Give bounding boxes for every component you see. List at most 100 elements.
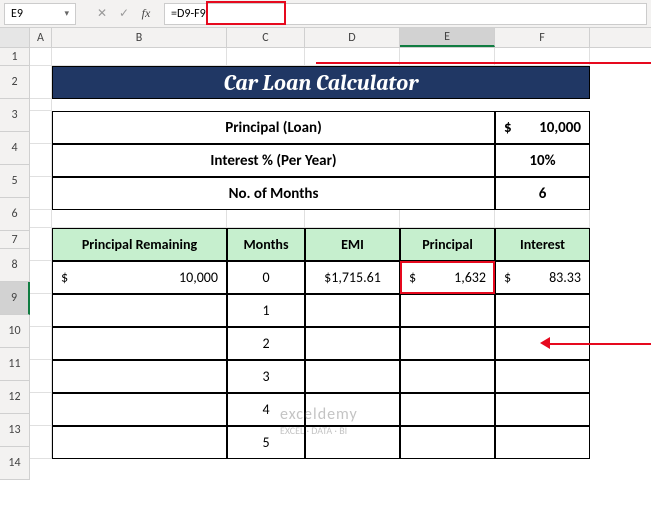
row-header-12[interactable]: 12 [0, 381, 30, 414]
months-label[interactable]: No. of Months [52, 177, 495, 210]
grid[interactable]: Car Loan Calculator Principal (Loan) $ 1… [30, 48, 590, 480]
row-header-14[interactable]: 14 [0, 447, 30, 480]
row-header-10[interactable]: 10 [0, 315, 30, 348]
column-headers: A B C D E F [0, 28, 651, 48]
cell[interactable] [495, 393, 590, 426]
emi-cell[interactable]: $1,715.61 [305, 261, 400, 294]
principal-remaining-value: 10,000 [179, 269, 218, 286]
cell[interactable] [52, 210, 227, 228]
months-value[interactable]: 6 [495, 177, 590, 210]
cell[interactable] [30, 111, 52, 144]
cell[interactable] [227, 48, 305, 66]
row-header-9[interactable]: 9 [0, 282, 30, 315]
principal-remaining-cell[interactable]: $ 10,000 [52, 261, 227, 294]
principal-label[interactable]: Principal (Loan) [52, 111, 495, 144]
cell[interactable] [495, 426, 590, 459]
col-header-d[interactable]: D [305, 28, 400, 47]
months-cell[interactable]: 2 [227, 327, 305, 360]
interest-label[interactable]: Interest % (Per Year) [52, 144, 495, 177]
enter-icon[interactable]: ✓ [114, 4, 134, 24]
months-cell[interactable]: 1 [227, 294, 305, 327]
col-header-a[interactable]: A [30, 28, 52, 47]
row-header-8[interactable]: 8 [0, 249, 30, 282]
row-header-7[interactable]: 7 [0, 231, 30, 249]
principal-cell[interactable]: $ 1,632 [400, 261, 495, 294]
cell[interactable] [305, 210, 400, 228]
cell[interactable] [305, 360, 400, 393]
cell[interactable] [305, 393, 400, 426]
cell[interactable] [495, 210, 590, 228]
annotation-arrow [548, 343, 651, 345]
currency-symbol: $ [61, 269, 68, 286]
cell[interactable] [30, 210, 52, 228]
row-header-2[interactable]: 2 [0, 66, 30, 99]
cell[interactable] [30, 360, 52, 393]
row-header-11[interactable]: 11 [0, 348, 30, 381]
formula-text: =D9-F9 [171, 7, 206, 21]
cancel-icon[interactable]: ✕ [92, 4, 112, 24]
cell[interactable] [30, 327, 52, 360]
cell[interactable] [305, 327, 400, 360]
cell[interactable] [30, 261, 52, 294]
cell[interactable] [30, 48, 52, 66]
header-interest[interactable]: Interest [495, 228, 590, 261]
cell[interactable] [227, 210, 305, 228]
cell[interactable] [30, 426, 52, 459]
name-box[interactable]: E9 ▾ [4, 3, 76, 25]
cell[interactable] [400, 360, 495, 393]
months-cell[interactable]: 0 [227, 261, 305, 294]
header-months[interactable]: Months [227, 228, 305, 261]
months-cell[interactable]: 5 [227, 426, 305, 459]
cell[interactable] [30, 66, 52, 99]
cell[interactable] [52, 360, 227, 393]
cell[interactable] [30, 177, 52, 210]
header-principal[interactable]: Principal [400, 228, 495, 261]
cell[interactable] [400, 210, 495, 228]
cell[interactable] [400, 294, 495, 327]
fx-icon[interactable]: fx [136, 4, 156, 24]
cell[interactable] [30, 294, 52, 327]
principal-value[interactable]: $ 10,000 [495, 111, 590, 144]
formula-input[interactable]: =D9-F9 [164, 3, 647, 25]
cell[interactable] [52, 294, 227, 327]
cell[interactable] [30, 393, 52, 426]
cell[interactable] [305, 294, 400, 327]
cell[interactable] [400, 327, 495, 360]
cell[interactable] [30, 228, 52, 261]
principal-amount: 10,000 [539, 119, 581, 137]
row-headers: 1 2 3 4 5 6 7 8 9 10 11 12 13 14 [0, 48, 30, 480]
cell[interactable] [52, 99, 590, 111]
cell-reference: E9 [11, 7, 23, 21]
cell[interactable] [495, 360, 590, 393]
cell[interactable] [52, 393, 227, 426]
cell[interactable] [52, 327, 227, 360]
cell[interactable] [305, 426, 400, 459]
col-header-c[interactable]: C [227, 28, 305, 47]
col-header-f[interactable]: F [495, 28, 590, 47]
header-emi[interactable]: EMI [305, 228, 400, 261]
cell[interactable] [400, 393, 495, 426]
months-cell[interactable]: 3 [227, 360, 305, 393]
col-header-b[interactable]: B [52, 28, 227, 47]
select-all-corner[interactable] [0, 28, 30, 47]
row-header-4[interactable]: 4 [0, 132, 30, 165]
interest-value[interactable]: 10% [495, 144, 590, 177]
row-header-1[interactable]: 1 [0, 48, 30, 66]
months-cell[interactable]: 4 [227, 393, 305, 426]
name-box-dropdown-icon[interactable]: ▾ [64, 8, 69, 19]
cell[interactable] [52, 48, 227, 66]
cell[interactable] [52, 426, 227, 459]
currency-symbol: $ [409, 269, 416, 286]
row-header-13[interactable]: 13 [0, 414, 30, 447]
cell[interactable] [495, 294, 590, 327]
interest-cell[interactable]: $ 83.33 [495, 261, 590, 294]
row-header-5[interactable]: 5 [0, 165, 30, 198]
cell[interactable] [400, 426, 495, 459]
cell[interactable] [30, 144, 52, 177]
cell[interactable] [30, 99, 52, 111]
row-header-3[interactable]: 3 [0, 99, 30, 132]
title-cell[interactable]: Car Loan Calculator [52, 66, 590, 99]
header-principal-remaining[interactable]: Principal Remaining [52, 228, 227, 261]
row-header-6[interactable]: 6 [0, 198, 30, 231]
col-header-e[interactable]: E [400, 28, 495, 47]
